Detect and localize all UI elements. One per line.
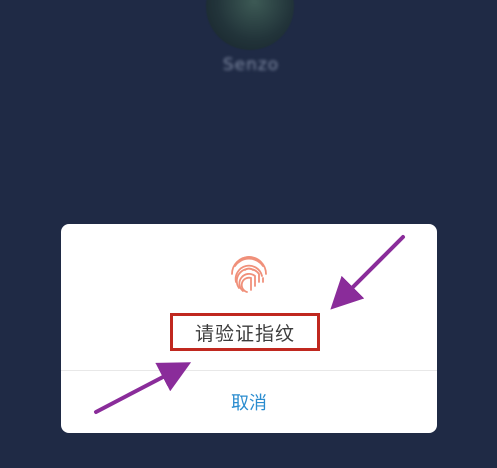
fingerprint-prompt: 请验证指纹 xyxy=(194,322,295,345)
fingerprint-icon xyxy=(227,252,271,296)
username: Senzo xyxy=(222,55,280,75)
cancel-button[interactable]: 取消 xyxy=(61,371,437,433)
avatar xyxy=(206,0,294,50)
lock-screen: Senzo 请验证指纹 取消 xyxy=(0,0,497,468)
prompt-highlight-box: 请验证指纹 xyxy=(170,313,320,351)
fingerprint-dialog: 请验证指纹 取消 xyxy=(61,224,437,433)
